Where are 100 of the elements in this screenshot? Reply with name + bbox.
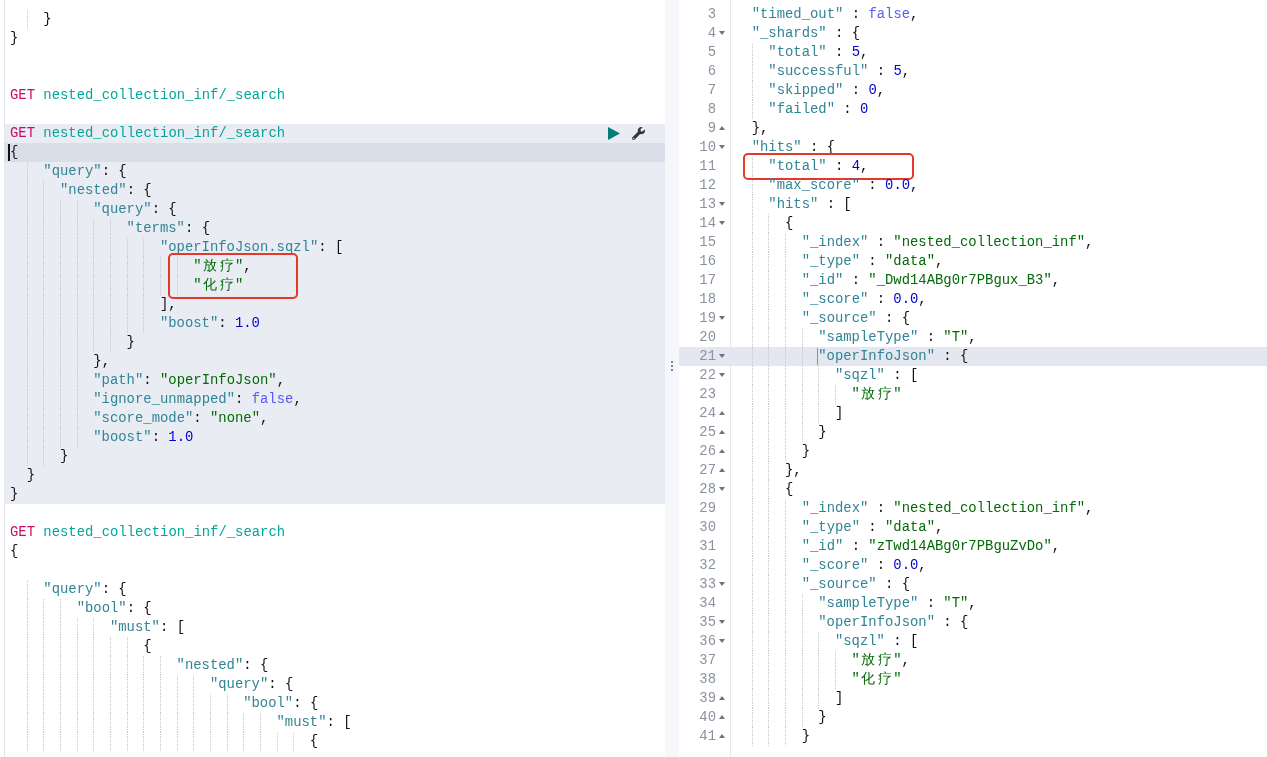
code-line: "_index" : "nested_collection_inf", <box>801 498 1094 518</box>
caret-down-icon[interactable] <box>719 221 725 225</box>
line-number: 31 <box>699 536 716 556</box>
line-number: 27 <box>699 460 716 480</box>
request-line: GET nested_collection_inf/_search <box>10 123 286 143</box>
caret-down-icon[interactable] <box>719 145 725 149</box>
code-line: "化疗" <box>851 669 902 689</box>
request-line: GET nested_collection_inf/_search <box>10 522 286 542</box>
code-line: } <box>26 465 35 485</box>
code-line: "放疗", <box>193 256 252 276</box>
caret-up-icon[interactable] <box>719 449 725 453</box>
code-line: "sampleType" : "T", <box>818 327 977 347</box>
line-number: 21 <box>699 346 716 366</box>
caret-up-icon[interactable] <box>719 715 725 719</box>
code-line: "query": { <box>43 579 127 599</box>
code-line: } <box>43 9 52 29</box>
code-line: "query": { <box>93 199 177 219</box>
code-line: "放疗" <box>851 384 902 404</box>
line-number: 3 <box>707 4 716 24</box>
wrench-button[interactable] <box>632 126 645 140</box>
line-number: 34 <box>699 593 716 613</box>
line-number: 25 <box>699 422 716 442</box>
code-line: ], <box>159 294 177 314</box>
code-line: "successful" : 5, <box>768 61 911 81</box>
line-number: 11 <box>699 156 716 176</box>
caret-down-icon[interactable] <box>719 487 725 491</box>
code-line: "must": [ <box>109 617 185 637</box>
code-line: "score_mode": "none", <box>93 408 269 428</box>
caret-down-icon[interactable] <box>719 639 725 643</box>
code-line: "max_score" : 0.0, <box>768 175 919 195</box>
caret-up-icon[interactable] <box>719 734 725 738</box>
caret-down-icon[interactable] <box>719 354 725 358</box>
code-line: "operInfoJson" : { <box>818 612 969 632</box>
code-line: } <box>10 484 19 504</box>
line-number: 37 <box>699 650 716 670</box>
line-number: 15 <box>699 232 716 252</box>
code-line: "boost": 1.0 <box>159 313 260 333</box>
caret-up-icon[interactable] <box>719 468 725 472</box>
caret-down-icon[interactable] <box>719 582 725 586</box>
caret-down-icon[interactable] <box>719 31 725 35</box>
line-number: 40 <box>699 707 716 727</box>
code-line: } <box>59 446 69 466</box>
code-line: "total" : 5, <box>768 42 869 62</box>
code-line: "ignore_unmapped": false, <box>93 389 302 409</box>
line-number: 19 <box>699 308 716 328</box>
line-number: 16 <box>699 251 716 271</box>
code-line: "nested": { <box>176 655 269 675</box>
code-line: "hits" : [ <box>768 194 852 214</box>
code-line: "sqzl" : [ <box>834 365 919 385</box>
line-number: 35 <box>699 612 716 632</box>
line-number: 12 <box>699 175 716 195</box>
caret-down-icon[interactable] <box>719 620 725 624</box>
wrench-icon <box>632 126 645 140</box>
code-line: } <box>818 707 827 727</box>
code-line: "total" : 4, <box>768 156 869 176</box>
caret-down-icon[interactable] <box>719 202 725 206</box>
caret-up-icon[interactable] <box>719 126 725 130</box>
code-line: "_type" : "data", <box>801 251 944 271</box>
code-line: "_score" : 0.0, <box>801 289 927 309</box>
line-number: 14 <box>699 213 716 233</box>
caret-down-icon[interactable] <box>719 373 725 377</box>
code-line: "query": { <box>209 674 294 694</box>
play-button[interactable] <box>608 126 620 140</box>
line-number: 22 <box>699 365 716 385</box>
code-line: "query": { <box>43 161 127 181</box>
line-number: 6 <box>707 61 716 81</box>
caret-down-icon[interactable] <box>719 316 725 320</box>
caret-up-icon[interactable] <box>719 696 725 700</box>
code-line: "bool": { <box>76 598 152 618</box>
caret-up-icon[interactable] <box>719 411 725 415</box>
code-line: "_score" : 0.0, <box>801 555 927 575</box>
code-line: "_source" : { <box>801 308 911 328</box>
line-number: 36 <box>699 631 716 651</box>
code-line: { <box>143 636 152 656</box>
code-line: "sqzl" : [ <box>834 631 919 651</box>
caret-up-icon[interactable] <box>719 430 725 434</box>
line-number: 26 <box>699 441 716 461</box>
play-icon <box>608 126 620 140</box>
code-line: "_id" : "_Dwd14ABg0r7PBgux_B3", <box>801 270 1061 290</box>
code-line: { <box>10 142 19 162</box>
line-number: 30 <box>699 517 716 537</box>
drag-handle-icon <box>671 360 673 371</box>
line-number: 32 <box>699 555 716 575</box>
code-line: } <box>126 332 135 352</box>
code-line: { <box>784 479 794 499</box>
line-number: 10 <box>699 137 716 157</box>
code-line: "_index" : "nested_collection_inf", <box>801 232 1094 252</box>
code-line: "_id" : "zTwd14ABg0r7PBguZvDo", <box>801 536 1061 556</box>
code-line: { <box>309 731 319 751</box>
line-number: 24 <box>699 403 716 423</box>
line-number: 18 <box>699 289 716 309</box>
line-number: 23 <box>699 384 716 404</box>
code-line: "failed" : 0 <box>768 99 869 119</box>
code-line: ] <box>834 403 844 423</box>
line-number: 7 <box>707 80 716 100</box>
code-line: "nested": { <box>59 180 152 200</box>
code-line: { <box>784 213 794 233</box>
line-number: 29 <box>699 498 716 518</box>
code-line: ] <box>834 688 844 708</box>
code-line: }, <box>784 460 802 480</box>
